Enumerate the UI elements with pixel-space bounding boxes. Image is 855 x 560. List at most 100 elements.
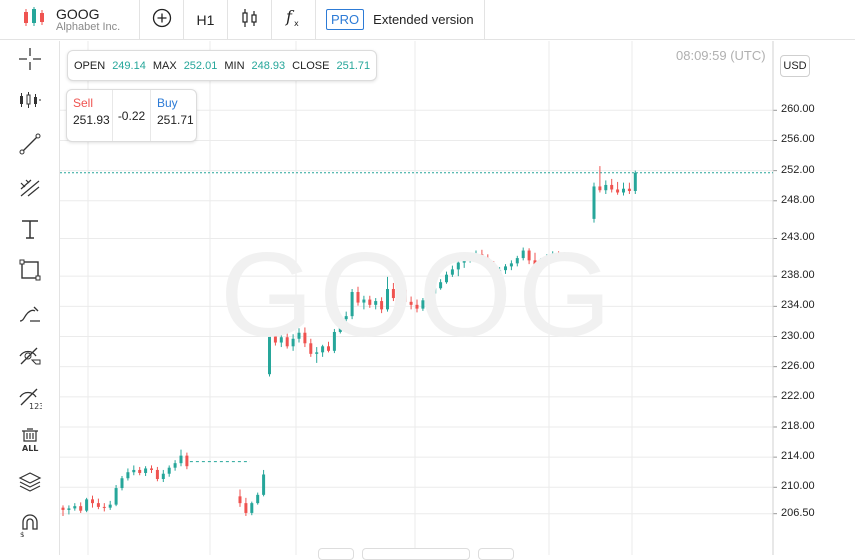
price-axis-label: 260.00 (781, 103, 815, 116)
candle-body (96, 503, 100, 507)
price-axis-label: 248.00 (781, 193, 815, 206)
hide-values-icon: 123 (18, 386, 44, 415)
candle-body (250, 503, 254, 513)
hide-drawings-tool[interactable] (0, 340, 60, 376)
candle-body (244, 503, 248, 513)
min-value: 248.93 (251, 59, 286, 72)
price-axis-label: 222.00 (781, 389, 815, 402)
svg-text:ALL: ALL (22, 444, 38, 453)
candles-logo-icon (22, 6, 56, 33)
rectangle-tool[interactable] (0, 254, 60, 290)
price-axis-label: 252.00 (781, 163, 815, 176)
price-axis-label: 243.00 (781, 231, 815, 244)
top-toolbar: GOOG Alphabet Inc. H1 fx PRO Extended ve… (0, 0, 855, 40)
zoom-out-button[interactable] (318, 548, 354, 560)
chart-type-button[interactable] (228, 0, 272, 39)
sell-button[interactable]: Sell 251.93 (67, 90, 113, 141)
open-value: 249.14 (112, 59, 146, 72)
indicators-icon (18, 88, 42, 117)
trade-panel: Sell 251.93 -0.22 Buy 251.71 (66, 89, 197, 142)
symbol-selector[interactable]: GOOG Alphabet Inc. (0, 0, 140, 39)
svg-text:$: $ (20, 531, 24, 537)
price-axis-label: 256.00 (781, 133, 815, 146)
magnet-icon: $ (18, 511, 42, 542)
brush-icon (18, 301, 42, 330)
candle-body (610, 184, 614, 190)
candle-body (85, 499, 89, 511)
candle-body (67, 508, 71, 510)
candle-body (173, 463, 177, 468)
fib-tool[interactable] (0, 171, 60, 207)
candle-body (144, 468, 148, 473)
max-label: MAX (152, 59, 177, 72)
svg-text:x: x (294, 19, 299, 28)
buy-button[interactable]: Buy 251.71 (151, 90, 196, 141)
brush-tool[interactable] (0, 297, 60, 333)
price-axis-label: 214.00 (781, 450, 815, 463)
scroll-bar[interactable] (362, 548, 470, 560)
candle-body (616, 189, 620, 193)
candle-body (167, 467, 171, 474)
candle-body (155, 469, 159, 480)
candle-body (256, 494, 260, 504)
buy-price: 251.71 (157, 113, 194, 127)
candle-body (161, 473, 165, 480)
delete-all-tool[interactable]: ALL (0, 424, 60, 460)
timeframe-button[interactable]: H1 (184, 0, 228, 39)
add-indicator-icon (152, 8, 172, 31)
crosshair-icon (18, 47, 42, 76)
delete-all-icon: ALL (18, 427, 42, 458)
candle-body (262, 474, 266, 495)
close-value: 251.71 (336, 59, 371, 72)
candle-body (108, 504, 112, 508)
crosshair-tool[interactable] (0, 43, 60, 79)
price-axis-label: 234.00 (781, 299, 815, 312)
hide-drawings-icon (18, 344, 42, 373)
spread-value: -0.22 (113, 90, 151, 141)
magnet-tool[interactable]: $ (0, 508, 60, 544)
text-tool[interactable] (0, 213, 60, 249)
extended-version-label: Extended version (373, 12, 474, 27)
price-axis-label: 210.00 (781, 480, 815, 493)
symbol-watermark: GOOG (220, 228, 618, 362)
pro-badge: PRO (326, 9, 365, 30)
layers-tool[interactable] (0, 466, 60, 502)
candle-body (61, 507, 65, 510)
candle-body (598, 186, 602, 191)
candle-body (132, 469, 136, 473)
indicators-tool[interactable] (0, 84, 60, 120)
price-axis-label: 218.00 (781, 419, 815, 432)
hide-values-tool[interactable]: 123 (0, 382, 60, 418)
svg-text:123: 123 (29, 402, 42, 410)
fib-tool-icon (18, 175, 42, 204)
ohlc-panel: OPEN 249.14 MAX 252.01 MIN 248.93 CLOSE 251.… (67, 50, 378, 81)
candle-body (627, 188, 631, 191)
candle-body (126, 472, 130, 479)
price-axis-label: 238.00 (781, 269, 815, 282)
zoom-in-button[interactable] (478, 548, 514, 560)
add-indicator-button[interactable] (140, 0, 184, 39)
candle-body (102, 506, 106, 508)
function-button[interactable]: fx (272, 0, 316, 39)
sell-label: Sell (73, 96, 94, 110)
candle-body (179, 455, 183, 464)
currency-selector[interactable]: USD (780, 55, 810, 77)
candle-body (114, 488, 118, 505)
candle-body (91, 499, 94, 504)
buy-label: Buy (157, 96, 178, 110)
candle-body (238, 496, 242, 504)
min-label: MIN (224, 59, 245, 72)
candle-body (185, 455, 189, 467)
sell-price: 251.93 (73, 113, 110, 127)
extended-version-toggle[interactable]: PRO Extended version (316, 0, 485, 39)
trendline-icon (18, 132, 42, 161)
candle-body (592, 186, 596, 219)
symbol-company: Alphabet Inc. (56, 20, 121, 33)
drawing-toolbar: 123 ALL $ (0, 41, 60, 555)
price-axis-label: 206.50 (781, 506, 815, 519)
candle-body (120, 478, 124, 489)
function-icon: fx (285, 7, 303, 31)
trendline-tool[interactable] (0, 128, 60, 164)
candle-body (150, 468, 153, 470)
candle-body (604, 184, 608, 191)
